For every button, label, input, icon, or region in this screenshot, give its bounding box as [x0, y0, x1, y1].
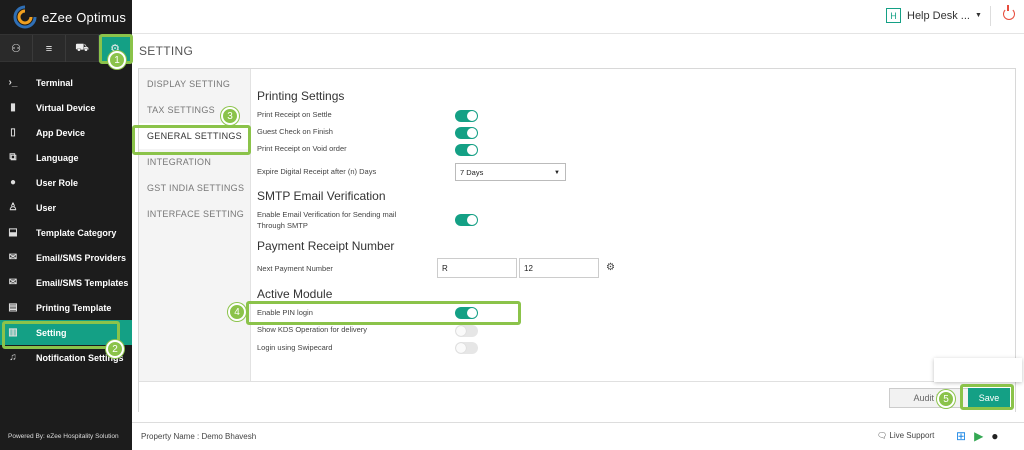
smtp-title: SMTP Email Verification	[257, 189, 386, 203]
smtp-toggle[interactable]	[455, 214, 478, 226]
kds-toggle[interactable]	[455, 325, 478, 337]
user-icon[interactable]: ⚇	[0, 35, 33, 62]
next-payment-label: Next Payment Number	[257, 264, 333, 273]
logo-icon	[13, 5, 37, 29]
live-support-label: Live Support	[889, 431, 935, 440]
footer-bar: Property Name : Demo Bhavesh 🗨 Live Supp…	[132, 422, 1024, 450]
payment-prefix-input[interactable]: R	[437, 258, 517, 278]
header-divider	[990, 6, 991, 26]
printer-icon: ▤	[8, 302, 18, 313]
print-on-void-toggle[interactable]	[455, 144, 478, 156]
helpdesk-icon: H	[886, 8, 901, 23]
expire-receipt-label: Expire Digital Receipt after (n) Days	[257, 167, 377, 176]
store-icons: ⊞ ▶ ●	[956, 429, 999, 443]
sidebar-item-label: Email/SMS Templates	[36, 277, 129, 288]
smtp-label-line2: Through SMTP	[257, 221, 308, 230]
floating-popup	[934, 358, 1022, 382]
highlight-save	[960, 384, 1014, 410]
user-icon: ♙	[8, 202, 18, 213]
step-badge-3: 3	[221, 107, 239, 125]
property-name: Property Name : Demo Bhavesh	[141, 432, 257, 441]
sidebar-item-email-sms-providers[interactable]: ✉ Email/SMS Providers	[0, 245, 132, 270]
highlight-setting	[2, 321, 120, 349]
app-logo[interactable]: eZee Optimus	[0, 0, 132, 34]
sidebar-item-label: Terminal	[36, 77, 73, 88]
sidebar-item-label: User	[36, 202, 57, 213]
sidebar-item-user[interactable]: ♙ User	[0, 195, 132, 220]
store-icon[interactable]: ⛟	[66, 35, 99, 62]
highlight-general-settings	[132, 125, 251, 155]
helpdesk-dropdown[interactable]: H Help Desk ... ▼	[886, 8, 982, 23]
sidebar-item-user-role[interactable]: ● User Role	[0, 170, 132, 195]
menu-icon[interactable]: ≡	[33, 35, 66, 62]
sidebar-item-label: Email/SMS Providers	[36, 252, 127, 263]
audit-trail-button[interactable]: Audit Tr	[889, 388, 969, 408]
gear-icon[interactable]: ⚙	[606, 262, 615, 273]
helpdesk-label: Help Desk ...	[907, 9, 970, 22]
print-on-settle-toggle[interactable]	[455, 110, 478, 122]
swipecard-toggle[interactable]	[455, 342, 478, 354]
settings-card: DISPLAY SETTING TAX SETTINGS GENERAL SET…	[138, 68, 1016, 413]
sidebar-item-label: User Role	[36, 177, 79, 188]
sidebar-item-email-sms-templates[interactable]: ✉ Email/SMS Templates	[0, 270, 132, 295]
print-on-settle-label: Print Receipt on Settle	[257, 110, 332, 119]
page-title: SETTING	[139, 44, 194, 58]
active-module-title: Active Module	[257, 287, 333, 301]
sidebar-item-template-category[interactable]: ⬓ Template Category	[0, 220, 132, 245]
chevron-down-icon: ▼	[974, 12, 982, 19]
chat-icon: 🗨	[877, 431, 888, 440]
live-support-link[interactable]: 🗨 Live Support	[877, 431, 934, 440]
general-settings-content: Printing Settings Print Receipt on Settl…	[257, 69, 1015, 381]
payment-number-input[interactable]: 12	[519, 258, 599, 278]
chevron-down-icon: ▼	[554, 170, 560, 176]
tab-display-setting[interactable]: DISPLAY SETTING	[139, 71, 250, 97]
step-badge-1: 1	[108, 51, 126, 69]
card-footer: Audit Tr Save	[139, 381, 1015, 413]
bell-icon: ♫	[9, 352, 17, 363]
user-role-icon: ●	[9, 177, 17, 188]
phone-icon: ▯	[10, 127, 16, 138]
kds-label: Show KDS Operation for delivery	[257, 325, 368, 334]
inbox-icon: ⬓	[8, 227, 18, 238]
expire-receipt-value: 7 Days	[460, 168, 484, 177]
sidebar-item-label: Template Category	[36, 227, 117, 238]
printing-settings-title: Printing Settings	[257, 89, 345, 103]
step-badge-5: 5	[937, 390, 955, 408]
email-template-icon: ✉	[8, 277, 18, 288]
print-on-void-label: Print Receipt on Void order	[257, 144, 347, 153]
powered-by: Powered By: eZee Hospitality Solution	[8, 433, 119, 440]
payment-receipt-title: Payment Receipt Number	[257, 239, 395, 253]
sidebar-item-terminal[interactable]: ›_ Terminal	[0, 70, 132, 95]
play-store-icon[interactable]: ▶	[974, 429, 983, 443]
tab-gst-india-settings[interactable]: GST INDIA SETTINGS	[139, 175, 250, 201]
sidebar-item-label: App Device	[36, 127, 86, 138]
sidebar-item-label: Language	[36, 152, 79, 163]
windows-icon[interactable]: ⊞	[956, 429, 966, 443]
guest-check-label: Guest Check on Finish	[257, 127, 333, 136]
expire-receipt-select[interactable]: 7 Days ▼	[455, 163, 566, 181]
sidebar-item-app-device[interactable]: ▯ App Device	[0, 120, 132, 145]
terminal-icon: ›_	[8, 77, 18, 88]
sidebar-item-virtual-device[interactable]: ▮ Virtual Device	[0, 95, 132, 120]
apple-icon[interactable]: ●	[991, 429, 998, 443]
sidebar-item-label: Virtual Device	[36, 102, 96, 113]
language-icon: ⧉	[9, 152, 17, 163]
app-title: eZee Optimus	[42, 9, 127, 25]
guest-check-toggle[interactable]	[455, 127, 478, 139]
email-icon: ✉	[8, 252, 18, 263]
tablet-icon: ▮	[10, 102, 16, 113]
step-badge-4: 4	[228, 303, 246, 321]
sidebar-item-printing-template[interactable]: ▤ Printing Template	[0, 295, 132, 320]
swipecard-label: Login using Swipecard	[257, 343, 333, 352]
sidebar-item-label: Printing Template	[36, 302, 112, 313]
power-icon[interactable]	[1003, 5, 1015, 20]
tab-interface-setting[interactable]: INTERFACE SETTING	[139, 201, 250, 227]
smtp-label-line1: Enable Email Verification for Sending ma…	[257, 210, 397, 219]
step-badge-2: 2	[106, 340, 124, 358]
sidebar-item-language[interactable]: ⧉ Language	[0, 145, 132, 170]
highlight-pin-login	[246, 301, 521, 325]
